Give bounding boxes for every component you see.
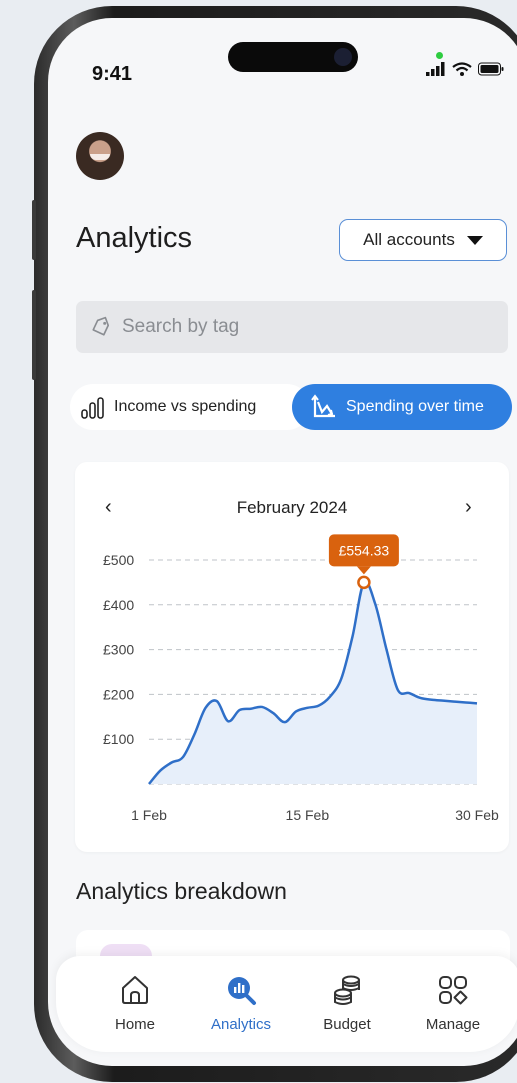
avatar[interactable] (76, 132, 124, 180)
x-tick-label: 1 Feb (131, 807, 167, 823)
privacy-indicator (436, 52, 443, 59)
status-icons (426, 62, 504, 76)
analytics-icon (228, 977, 256, 1005)
tab-income-vs-spending[interactable]: Income vs spending (70, 384, 310, 430)
dynamic-island (228, 42, 358, 72)
chart-card: ‹ February 2024 › £500 £400 £300 £200 £100 1 … (75, 462, 509, 852)
breakdown-title: Analytics breakdown (76, 878, 287, 904)
series-area (149, 581, 477, 784)
nav-home-label: Home (114, 1016, 155, 1033)
nav-manage[interactable]: Manage (408, 970, 498, 1033)
page-title: Analytics (76, 222, 193, 254)
x-tick-label: 15 Feb (286, 807, 330, 823)
nav-budget-label: Budget (323, 1016, 371, 1033)
y-tick-label: £100 (103, 731, 134, 747)
nav-analytics[interactable]: Analytics (196, 970, 286, 1033)
tab-income-label: Income vs spending (114, 398, 257, 415)
nav-budget[interactable]: Budget (302, 970, 392, 1033)
side-button (32, 200, 36, 260)
spending-chart: £500 £400 £300 £200 £100 1 Feb 15 Feb 30 Feb £55… (103, 534, 499, 823)
home-icon (122, 976, 148, 1004)
tab-spending-over-time[interactable]: Spending over time (292, 384, 512, 430)
trend-chart-icon (311, 394, 335, 418)
nav-manage-label: Manage (425, 1016, 481, 1033)
tooltip-pointer (356, 566, 371, 575)
search-placeholder: Search by tag (122, 316, 240, 337)
search-input[interactable]: Search by tag (76, 301, 508, 353)
budget-coins-icon (334, 975, 360, 1005)
tag-icon (92, 316, 110, 336)
manage-grid-icon (439, 976, 468, 1005)
nav-home[interactable]: Home (90, 970, 180, 1033)
signal-icon (426, 62, 445, 76)
account-selector-label: All accounts (363, 230, 455, 249)
x-tick-label: 30 Feb (455, 807, 499, 823)
bottom-nav: Home Analytics Budget Manage (56, 956, 517, 1052)
y-tick-label: £300 (103, 642, 134, 658)
caret-down-icon (466, 235, 483, 245)
status-time: 9:41 (92, 63, 133, 85)
y-tick-label: £200 (103, 686, 134, 702)
bar-chart-icon (81, 397, 104, 419)
wifi-icon (452, 62, 472, 76)
y-tick-label: £500 (103, 552, 134, 568)
side-button (32, 290, 36, 380)
battery-icon (478, 62, 504, 76)
highlight-point (357, 575, 371, 590)
app-screen: 9:41 Analytics All accounts Search by ta… (48, 18, 517, 1066)
tab-spending-label: Spending over time (346, 398, 484, 415)
tooltip-label: £554.33 (339, 542, 390, 558)
nav-analytics-label: Analytics (210, 1016, 272, 1033)
account-selector[interactable]: All accounts (339, 219, 507, 261)
y-tick-label: £400 (103, 597, 134, 613)
